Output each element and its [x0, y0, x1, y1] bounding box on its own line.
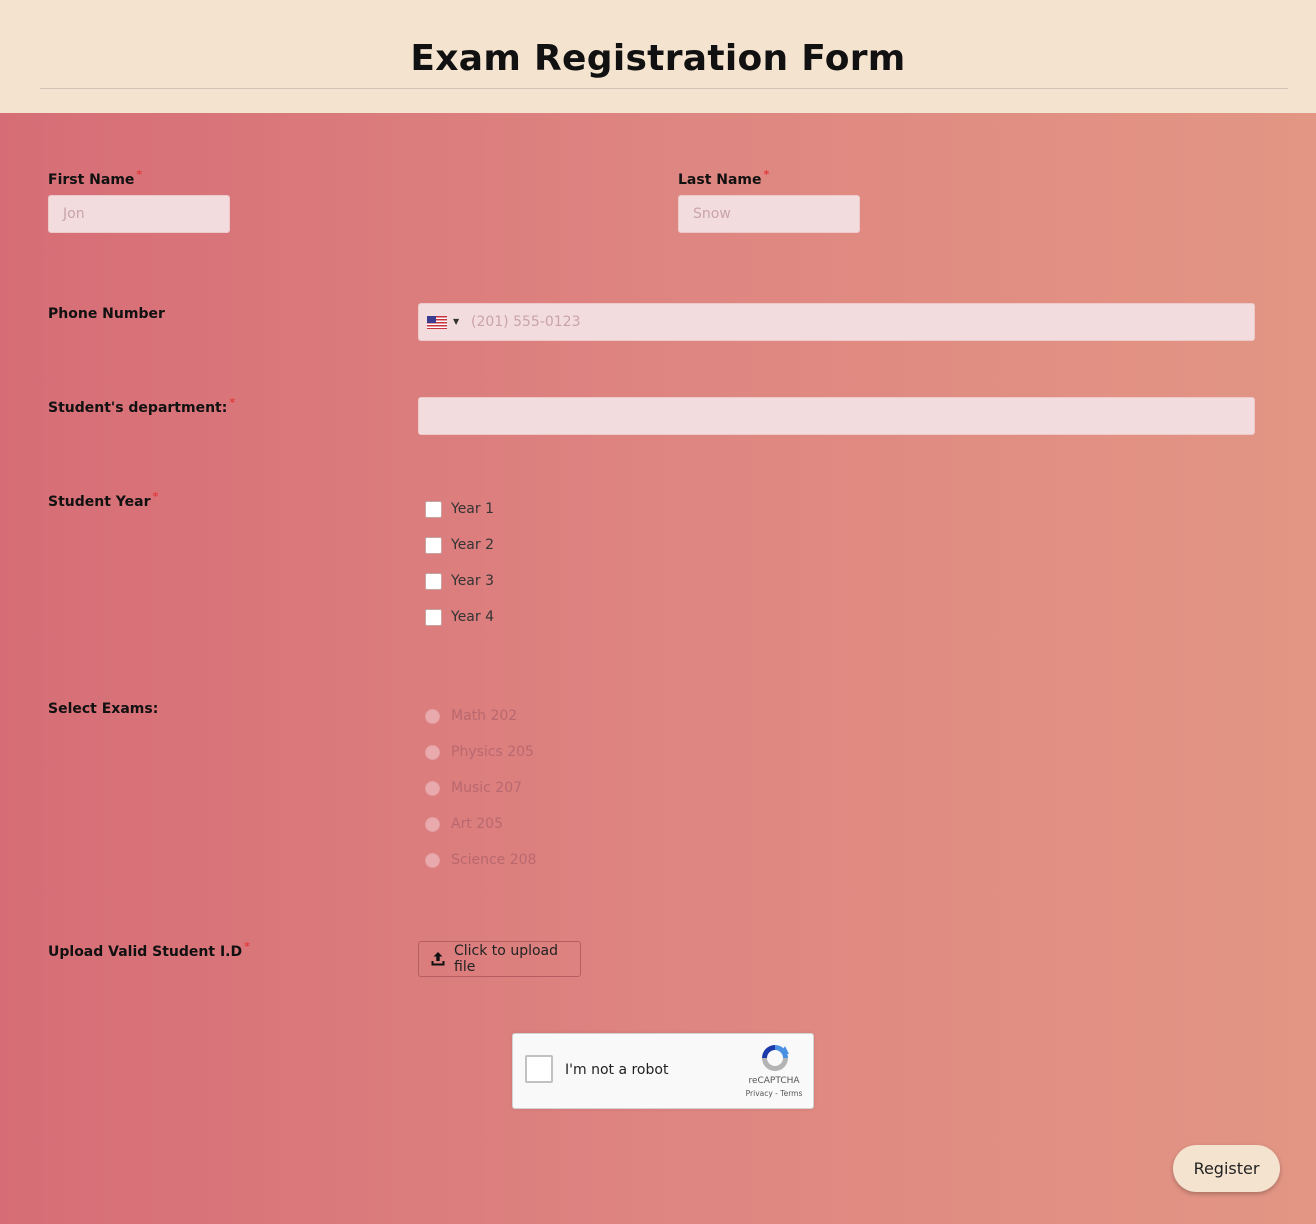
recaptcha-widget: I'm not a robot reCAPTCHA Privacy - Term…	[512, 1033, 814, 1109]
year-option[interactable]: Year 2	[425, 535, 494, 555]
student-year-label-text: Student Year	[48, 494, 151, 510]
exam-option[interactable]: Music 207	[425, 778, 522, 798]
phone-field[interactable]: ▼ (201) 555-0123	[418, 303, 1255, 341]
exam-option[interactable]: Art 205	[425, 814, 503, 834]
year-option-label[interactable]: Year 3	[451, 573, 494, 589]
exam-option-label[interactable]: Science 208	[451, 852, 536, 868]
music-207-radio[interactable]	[425, 780, 440, 796]
art-205-radio[interactable]	[425, 816, 440, 832]
required-mark: *	[152, 490, 159, 503]
department-label-text: Student's department:	[48, 400, 228, 416]
year-option[interactable]: Year 4	[425, 607, 494, 627]
last-name-label-text: Last Name	[678, 172, 762, 188]
upload-file-button[interactable]: Click to upload file	[418, 941, 581, 977]
year-2-checkbox[interactable]	[425, 536, 442, 554]
year-3-checkbox[interactable]	[425, 572, 442, 590]
country-dropdown-caret[interactable]: ▼	[453, 304, 459, 340]
exam-option[interactable]: Science 208	[425, 850, 536, 870]
first-name-label: First Name *	[48, 168, 142, 188]
upload-label-text: Upload Valid Student I.D	[48, 944, 243, 960]
exam-option-label[interactable]: Physics 205	[451, 744, 534, 760]
year-4-checkbox[interactable]	[425, 608, 442, 626]
required-mark: *	[136, 168, 143, 181]
exam-option-label[interactable]: Math 202	[451, 708, 517, 724]
upload-icon	[430, 951, 446, 967]
year-option[interactable]: Year 1	[425, 499, 494, 519]
math-202-radio[interactable]	[425, 708, 440, 724]
last-name-placeholder: Snow	[693, 206, 731, 222]
exam-option-label[interactable]: Art 205	[451, 816, 503, 832]
year-option-label[interactable]: Year 4	[451, 609, 494, 625]
year-1-checkbox[interactable]	[425, 500, 442, 518]
phone-placeholder: (201) 555-0123	[471, 314, 581, 330]
required-mark: *	[763, 168, 770, 181]
recaptcha-logo-icon	[758, 1042, 792, 1074]
recaptcha-checkbox[interactable]	[525, 1055, 553, 1083]
register-button[interactable]: Register	[1173, 1145, 1280, 1192]
upload-label: Upload Valid Student I.D *	[48, 940, 250, 960]
student-year-label: Student Year *	[48, 490, 158, 510]
recaptcha-label: I'm not a robot	[565, 1062, 669, 1078]
year-option[interactable]: Year 3	[425, 571, 494, 591]
upload-button-label: Click to upload file	[454, 943, 558, 975]
physics-205-radio[interactable]	[425, 744, 440, 760]
recaptcha-privacy-terms-links[interactable]: Privacy - Terms	[738, 1089, 810, 1098]
exam-option[interactable]: Math 202	[425, 706, 517, 726]
department-field[interactable]	[418, 397, 1255, 435]
first-name-placeholder: Jon	[63, 206, 85, 222]
required-mark: *	[244, 940, 250, 953]
us-flag-icon[interactable]	[427, 316, 447, 329]
exam-option-label[interactable]: Music 207	[451, 780, 522, 796]
first-name-label-text: First Name	[48, 172, 135, 188]
last-name-label: Last Name *	[678, 168, 769, 188]
science-208-radio[interactable]	[425, 852, 440, 868]
recaptcha-brand: reCAPTCHA	[748, 1076, 800, 1086]
phone-label: Phone Number	[48, 306, 165, 322]
required-mark: *	[229, 396, 236, 409]
form-header: Exam Registration Form	[0, 0, 1316, 113]
page-title: Exam Registration Form	[410, 38, 906, 79]
department-label: Student's department: *	[48, 396, 235, 416]
year-option-label[interactable]: Year 2	[451, 537, 494, 553]
last-name-field[interactable]: Snow	[678, 195, 860, 233]
year-option-label[interactable]: Year 1	[451, 501, 494, 517]
first-name-field[interactable]: Jon	[48, 195, 230, 233]
exams-label: Select Exams:	[48, 701, 159, 717]
exam-option[interactable]: Physics 205	[425, 742, 534, 762]
header-divider	[40, 88, 1288, 89]
